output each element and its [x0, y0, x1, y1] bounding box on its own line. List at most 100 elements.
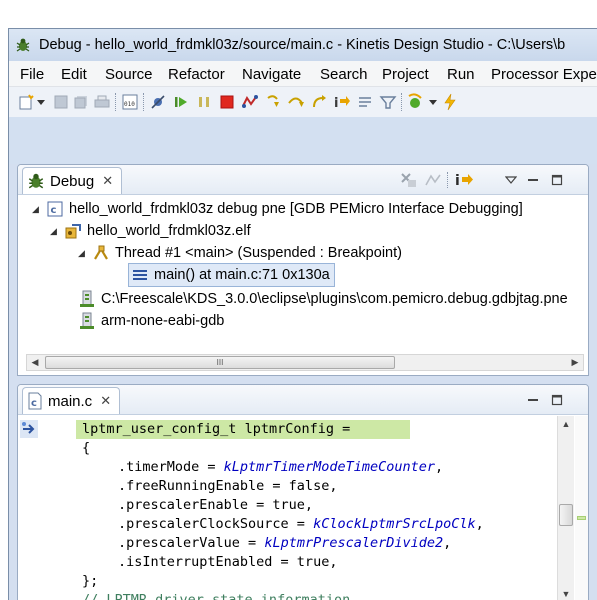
- title-bar: Debug - hello_world_frdmkl03z/source/mai…: [9, 29, 597, 61]
- view-menu-icon[interactable]: [502, 171, 520, 189]
- minimize-icon[interactable]: [524, 171, 542, 189]
- menu-source[interactable]: Source: [105, 66, 153, 83]
- window-title: Debug - hello_world_frdmkl03z/source/mai…: [39, 37, 566, 53]
- close-tab-icon[interactable]: ✕: [100, 393, 111, 409]
- perspective-area: [9, 117, 597, 164]
- suspend-icon[interactable]: [195, 93, 213, 111]
- overview-ruler[interactable]: [575, 416, 588, 600]
- editor-tab-label: main.c: [48, 392, 93, 410]
- flash-icon[interactable]: [441, 93, 459, 111]
- c-file-icon: c: [27, 392, 43, 410]
- code-line: };: [82, 573, 99, 589]
- menu-navigate[interactable]: Navigate: [242, 66, 301, 83]
- code-line: {: [82, 440, 91, 456]
- process-icon: [78, 312, 96, 330]
- tree-item-label: C:\Freescale\KDS_3.0.0\eclipse\plugins\c…: [101, 291, 568, 307]
- tree-item-process-gdb-server[interactable]: C:\Freescale\KDS_3.0.0\eclipse\plugins\c…: [78, 288, 568, 310]
- terminate-icon[interactable]: [218, 93, 236, 111]
- expand-arrow-icon[interactable]: ◢: [78, 248, 88, 259]
- binary-view-icon[interactable]: 010: [121, 93, 139, 111]
- step-over-icon[interactable]: [287, 93, 305, 111]
- connect-process-icon[interactable]: [424, 171, 442, 189]
- tree-item-launch[interactable]: ◢ c hello_world_frdmkl03z debug pne [GDB…: [32, 198, 523, 220]
- editor-tab-main-c[interactable]: c main.c ✕: [22, 387, 121, 414]
- new-dropdown-icon[interactable]: [36, 93, 46, 111]
- kds-window: Debug - hello_world_frdmkl03z/source/mai…: [8, 28, 597, 600]
- editor-view-header: c main.c ✕: [18, 385, 588, 415]
- maximize-icon[interactable]: [548, 171, 566, 189]
- resume-icon[interactable]: [172, 93, 190, 111]
- tree-item-elf[interactable]: ◢ hello_world_frdmkl03z.elf: [50, 220, 251, 242]
- step-into-icon[interactable]: [264, 93, 282, 111]
- code-editor[interactable]: lptmr_user_config_t lptmrConfig = { .tim…: [46, 416, 558, 600]
- toolbar-separator: [401, 93, 402, 111]
- menu-processor-expert[interactable]: Processor Exper: [491, 66, 597, 83]
- menu-bar: File Edit Source Refactor Navigate Searc…: [9, 61, 597, 87]
- save-icon[interactable]: [52, 93, 70, 111]
- debug-tab-label: Debug: [50, 172, 95, 190]
- editor-view: c main.c ✕ lptmr_user_config_t lptmrConf…: [17, 384, 589, 600]
- new-icon[interactable]: [17, 93, 35, 111]
- tree-item-label: hello_world_frdmkl03z.elf: [87, 223, 251, 239]
- tree-item-label: main() at main.c:71 0x130a: [154, 267, 330, 283]
- debug-view-tab[interactable]: Debug ✕: [22, 167, 123, 194]
- menu-file[interactable]: File: [20, 66, 44, 83]
- debug-target-icon: [64, 222, 82, 240]
- scroll-up-icon[interactable]: ▲: [558, 416, 574, 432]
- vertical-scrollbar[interactable]: ▲ ▼: [557, 416, 574, 600]
- scroll-down-icon[interactable]: ▼: [558, 586, 574, 600]
- stack-frame-icon: [131, 266, 149, 284]
- svg-text:i: i: [455, 173, 460, 188]
- debug-launch-icon[interactable]: [406, 93, 424, 111]
- tree-item-process-gdb[interactable]: arm-none-eabi-gdb: [78, 310, 224, 332]
- code-line: .isInterruptEnabled = true,: [118, 554, 338, 570]
- disconnect-icon[interactable]: [241, 93, 259, 111]
- tree-item-stack-frame[interactable]: main() at main.c:71 0x130a: [128, 263, 335, 287]
- main-toolbar: 010 i: [9, 87, 597, 117]
- code-line: .prescalerEnable = true,: [118, 497, 314, 513]
- print-icon[interactable]: [93, 93, 111, 111]
- drop-to-frame-icon[interactable]: [356, 93, 374, 111]
- tree-item-label: hello_world_frdmkl03z debug pne [GDB PEM…: [69, 201, 523, 217]
- svg-text:c: c: [51, 205, 57, 216]
- toolbar-separator: [115, 93, 116, 111]
- menu-search[interactable]: Search: [320, 66, 368, 83]
- tree-item-label: Thread #1 <main> (Suspended : Breakpoint…: [115, 245, 402, 261]
- launch-config-icon: c: [46, 200, 64, 218]
- toolbar-separator: [143, 93, 144, 111]
- scrollbar-thumb[interactable]: III: [45, 356, 395, 369]
- menu-edit[interactable]: Edit: [61, 66, 87, 83]
- skip-breakpoints-icon[interactable]: [149, 93, 167, 111]
- menu-refactor[interactable]: Refactor: [168, 66, 225, 83]
- menu-run[interactable]: Run: [447, 66, 475, 83]
- instruction-stepping-icon[interactable]: i: [333, 93, 351, 111]
- code-line: lptmr_user_config_t lptmrConfig =: [82, 421, 351, 437]
- scroll-right-icon[interactable]: ▶: [567, 355, 583, 370]
- tree-item-label: arm-none-eabi-gdb: [101, 313, 225, 329]
- scroll-left-icon[interactable]: ◀: [27, 355, 43, 370]
- expand-arrow-icon[interactable]: ◢: [32, 204, 42, 215]
- menu-project[interactable]: Project: [382, 66, 429, 83]
- debug-view-header: Debug ✕ i: [18, 165, 588, 195]
- minimize-icon[interactable]: [524, 391, 542, 409]
- step-return-icon[interactable]: [310, 93, 328, 111]
- tree-item-thread[interactable]: ◢ Thread #1 <main> (Suspended : Breakpoi…: [78, 242, 402, 264]
- editor-gutter[interactable]: [18, 416, 38, 600]
- maximize-icon[interactable]: [548, 391, 566, 409]
- current-line-marker[interactable]: [577, 516, 586, 520]
- remove-terminated-icon[interactable]: [400, 171, 418, 189]
- use-step-filters-icon[interactable]: [379, 93, 397, 111]
- code-line: .prescalerClockSource = kClockLptmrSrcLp…: [118, 516, 484, 532]
- scrollbar-thumb[interactable]: [559, 504, 573, 526]
- code-line: .timerMode = kLptmrTimerModeTimeCounter,: [118, 459, 444, 475]
- expand-arrow-icon[interactable]: ◢: [50, 226, 60, 237]
- close-tab-icon[interactable]: ✕: [102, 173, 113, 189]
- instruction-stepping-mode-icon[interactable]: i: [453, 171, 477, 189]
- debug-dropdown-icon[interactable]: [428, 93, 438, 111]
- horizontal-scrollbar[interactable]: ◀ III ▶: [26, 354, 584, 371]
- debug-view: Debug ✕ i ◢ c hello_world_frdmkl03z debu…: [17, 164, 589, 376]
- code-comment: // LPTMR driver state information: [82, 592, 351, 600]
- save-all-icon[interactable]: [72, 93, 90, 111]
- debug-bug-icon: [15, 37, 31, 53]
- code-line: .freeRunningEnable = false,: [118, 478, 338, 494]
